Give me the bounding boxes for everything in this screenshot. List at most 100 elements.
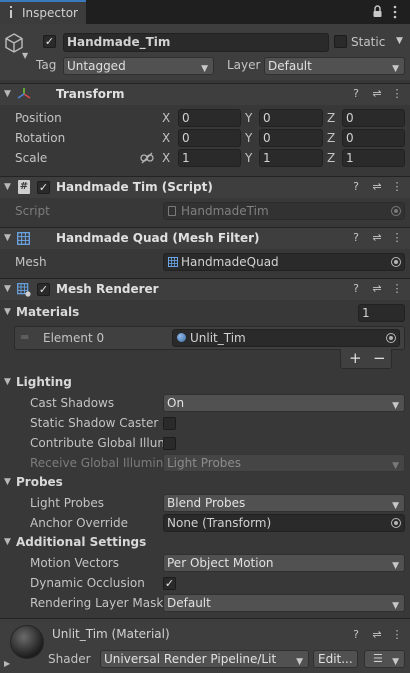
component-menu-icon[interactable]: ⋮ [391, 232, 403, 244]
rotation-x-field[interactable]: 0 [178, 129, 241, 147]
object-picker-icon [391, 206, 401, 216]
light-probes-value: Blend Probes [167, 496, 246, 510]
add-element-button[interactable]: + [349, 349, 362, 367]
position-y-field[interactable]: 0 [259, 109, 323, 127]
help-icon[interactable]: ? [350, 629, 362, 641]
static-checkbox[interactable] [334, 35, 347, 48]
drag-handle-icon[interactable]: ═ [21, 330, 28, 344]
chevron-down-icon: ▼ [392, 461, 399, 471]
icon-dropdown-arrow-icon[interactable]: ▼ [22, 51, 28, 60]
transform-header[interactable]: ▼ Transform ? ⇌ ⋮ [0, 83, 410, 105]
mesh-filter-header[interactable]: ▼ Handmade Quad (Mesh Filter) ? ⇌ ⋮ [0, 227, 410, 249]
preset-icon[interactable]: ⇌ [371, 283, 383, 295]
collapse-triangle-icon[interactable]: ▼ [4, 537, 11, 547]
collapse-triangle-icon[interactable]: ▼ [4, 182, 11, 192]
preset-icon[interactable]: ⇌ [371, 629, 383, 641]
materials-count-field[interactable]: 1 [358, 304, 405, 322]
static-dropdown-icon[interactable]: ▼ [396, 36, 403, 46]
probes-title: Probes [16, 475, 63, 489]
chevron-down-icon: ▼ [392, 601, 399, 611]
light-probes-dropdown[interactable]: Blend Probes ▼ [163, 494, 405, 512]
help-icon[interactable]: ? [350, 181, 362, 193]
scale-y-field[interactable]: 1 [259, 149, 323, 167]
collapse-triangle-icon[interactable]: ▼ [4, 377, 11, 387]
collapse-triangle-icon[interactable]: ▼ [4, 89, 11, 99]
rendering-layer-mask-value: Default [167, 596, 211, 610]
tag-label: Tag [36, 58, 57, 72]
scale-x-field[interactable]: 1 [178, 149, 241, 167]
materials-section[interactable]: ▼ Materials [0, 303, 410, 323]
component-menu-icon[interactable]: ⋮ [391, 283, 403, 295]
additional-settings-section[interactable]: ▼ Additional Settings [0, 533, 410, 553]
expand-triangle-icon[interactable]: ▶ [4, 659, 10, 668]
dynamic-occlusion-checkbox[interactable]: ✓ [163, 577, 176, 590]
mesh-value: HandmadeQuad [181, 255, 279, 269]
mesh-field[interactable]: HandmadeQuad [163, 253, 405, 271]
motion-vectors-dropdown[interactable]: Per Object Motion ▼ [163, 554, 405, 572]
rotation-y-field[interactable]: 0 [259, 129, 323, 147]
script-component-header[interactable]: ▼ # ✓ Handmade Tim (Script) ? ⇌ ⋮ [0, 176, 410, 198]
chevron-down-icon: ▼ [201, 64, 208, 74]
scale-z-field[interactable]: 1 [342, 149, 405, 167]
mesh-renderer-header[interactable]: ▼ ✓ Mesh Renderer ? ⇌ ⋮ [0, 278, 410, 300]
script-field: HandmadeTim [163, 202, 405, 220]
object-picker-icon[interactable] [391, 257, 401, 267]
collapse-triangle-icon[interactable]: ▼ [4, 477, 11, 487]
material-element-0-field[interactable]: Unlit_Tim [172, 329, 400, 347]
static-shadow-caster-checkbox[interactable] [163, 417, 176, 430]
layer-dropdown[interactable]: Default ▼ [264, 57, 405, 75]
position-z-field[interactable]: 0 [342, 109, 405, 127]
object-picker-icon[interactable] [386, 333, 396, 343]
mesh-label: Mesh [15, 255, 47, 269]
component-menu-icon[interactable]: ⋮ [391, 181, 403, 193]
object-name-field[interactable]: Handmade_Tim [63, 33, 329, 52]
help-icon[interactable]: ? [350, 88, 362, 100]
materials-list: ═ Element 0 Unlit_Tim [14, 326, 405, 350]
probes-section[interactable]: ▼ Probes [0, 473, 410, 493]
shader-dropdown[interactable]: Universal Render Pipeline/Lit ▼ [100, 650, 309, 668]
receive-gi-dropdown: Light Probes ▼ [163, 454, 405, 472]
layer-value: Default [268, 59, 312, 73]
tab-inspector[interactable]: Inspector [0, 0, 86, 24]
rendering-layer-mask-dropdown[interactable]: Default ▼ [163, 594, 405, 612]
tag-dropdown[interactable]: Untagged ▼ [63, 57, 214, 75]
collapse-triangle-icon[interactable]: ▼ [4, 284, 11, 294]
shader-options-dropdown[interactable]: ☰ ▼ [364, 650, 405, 668]
preset-icon[interactable]: ⇌ [371, 232, 383, 244]
active-checkbox[interactable]: ✓ [43, 35, 56, 48]
tag-value: Untagged [67, 59, 126, 73]
anchor-override-field[interactable]: None (Transform) [163, 514, 405, 532]
lock-icon[interactable] [372, 5, 383, 18]
collapse-triangle-icon[interactable]: ▼ [4, 233, 11, 243]
materials-title: Materials [16, 305, 80, 319]
preset-icon[interactable]: ⇌ [371, 88, 383, 100]
collapse-triangle-icon[interactable]: ▼ [4, 307, 11, 317]
edit-shader-button[interactable]: Edit... [313, 650, 358, 668]
lighting-section[interactable]: ▼ Lighting [0, 373, 410, 393]
help-icon[interactable]: ? [350, 232, 362, 244]
motion-vectors-value: Per Object Motion [167, 556, 274, 570]
axis-x-label: X [162, 111, 171, 125]
chevron-down-icon: ▼ [392, 401, 399, 411]
script-enabled-checkbox[interactable]: ✓ [37, 181, 50, 194]
kebab-menu-icon[interactable] [392, 5, 398, 19]
axis-z-label: Z [327, 111, 336, 125]
preset-icon[interactable]: ⇌ [371, 181, 383, 193]
axis-z-label: Z [327, 131, 336, 145]
position-x-field[interactable]: 0 [178, 109, 241, 127]
remove-element-button[interactable]: − [373, 349, 386, 367]
component-menu-icon[interactable]: ⋮ [391, 629, 403, 641]
mesh-asset-icon [168, 257, 178, 267]
cast-shadows-dropdown[interactable]: On ▼ [163, 394, 405, 412]
mesh-renderer-enabled-checkbox[interactable]: ✓ [37, 283, 50, 296]
rotation-z-field[interactable]: 0 [342, 129, 405, 147]
object-picker-icon[interactable] [391, 518, 401, 528]
help-icon[interactable]: ? [350, 283, 362, 295]
axis-y-label: Y [245, 131, 253, 145]
contribute-gi-checkbox[interactable] [163, 437, 176, 450]
axis-y-label: Y [245, 151, 253, 165]
mesh-renderer-icon [17, 283, 31, 297]
constrain-proportions-icon[interactable] [140, 152, 154, 164]
receive-gi-value: Light Probes [167, 456, 242, 470]
component-menu-icon[interactable]: ⋮ [391, 88, 403, 100]
